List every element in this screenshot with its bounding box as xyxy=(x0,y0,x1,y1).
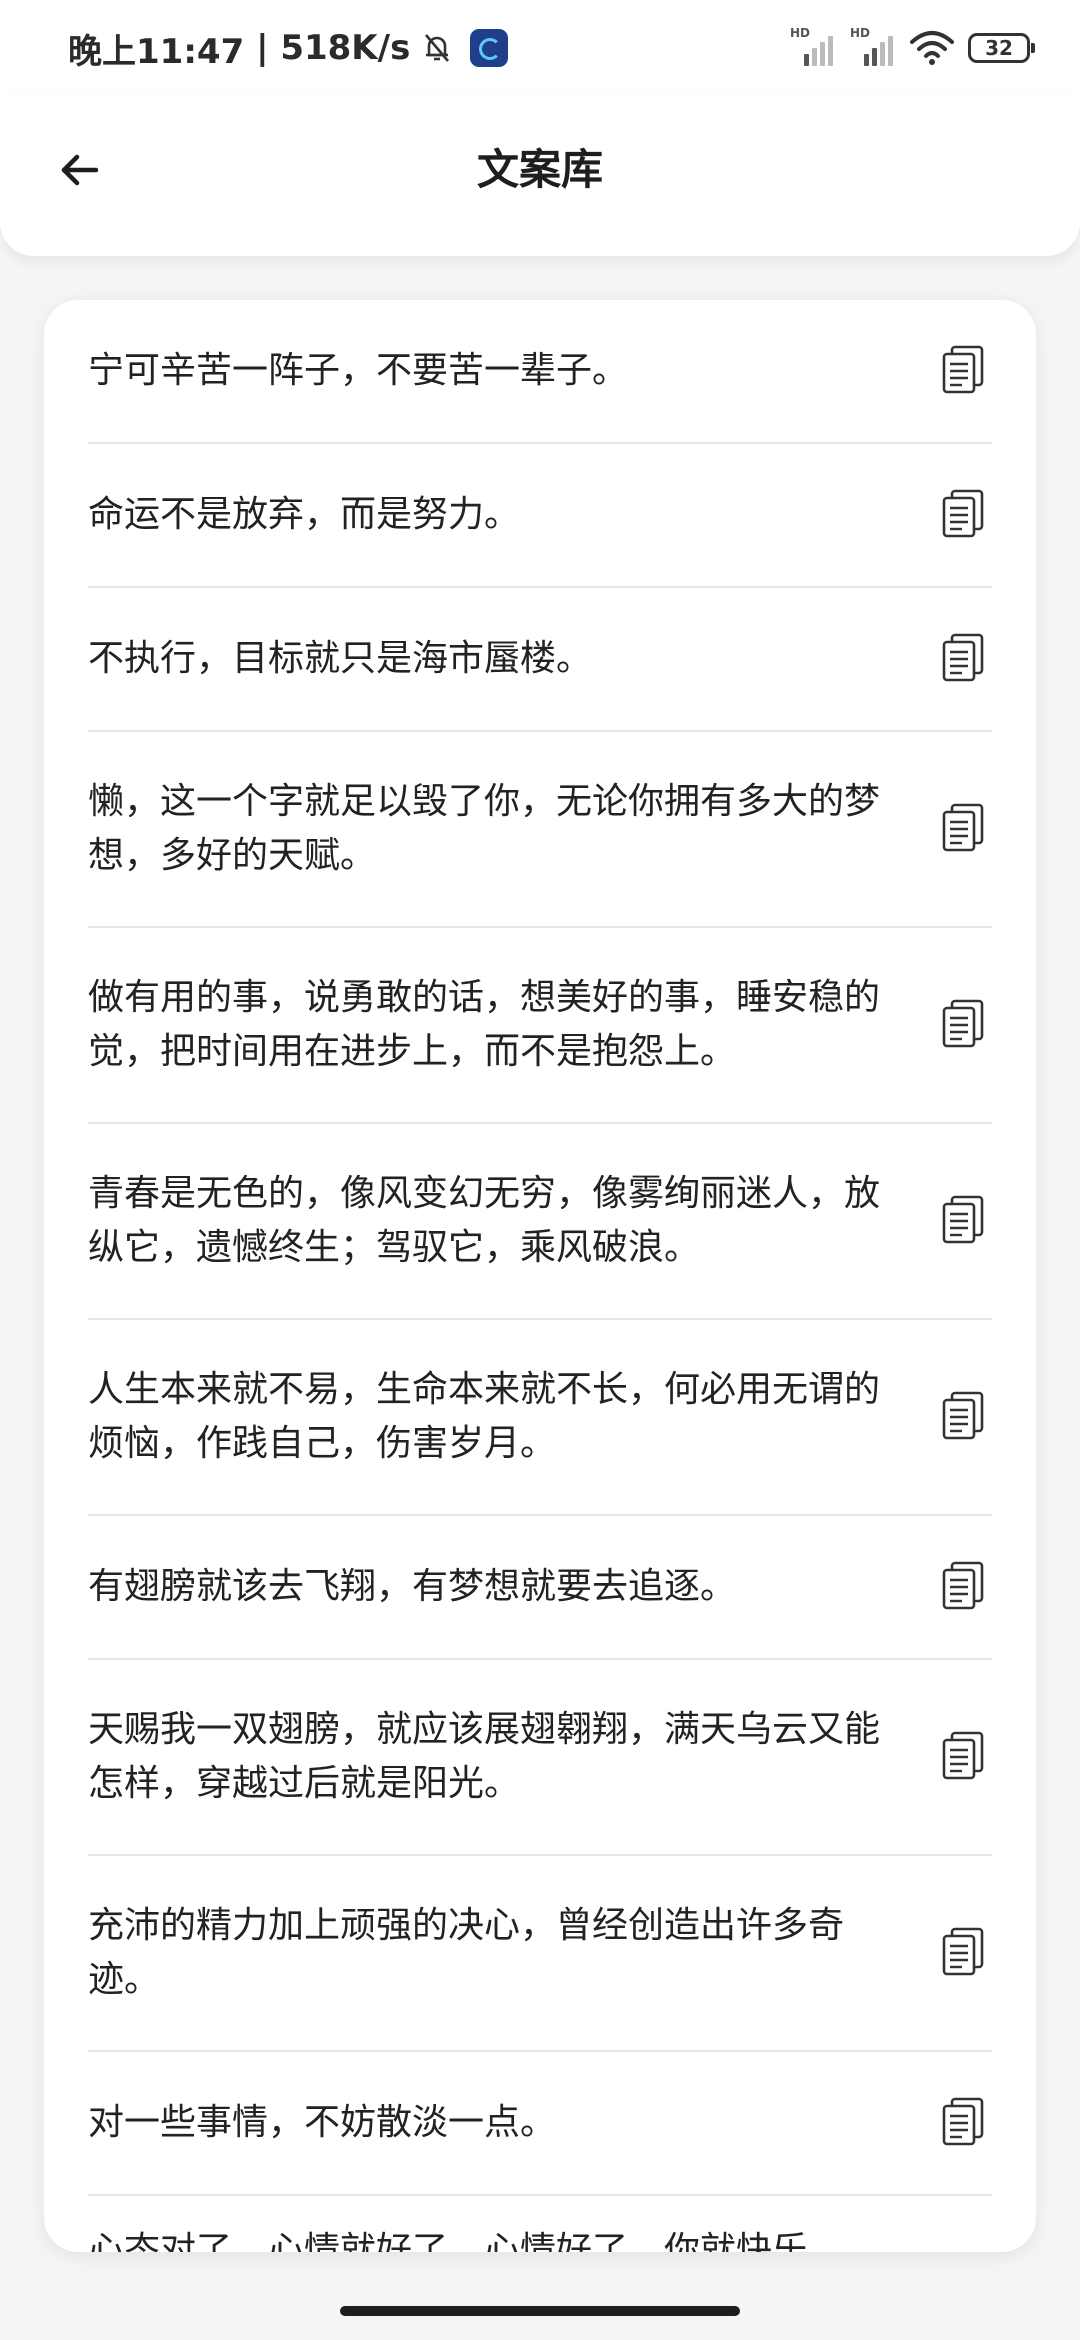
copy-button[interactable] xyxy=(938,344,988,398)
copy-icon xyxy=(940,488,986,542)
wifi-icon xyxy=(910,30,954,66)
quote-text: 有翅膀就该去飞翔，有梦想就要去追逐。 xyxy=(88,1566,737,1607)
copy-button[interactable] xyxy=(938,488,988,542)
quote-item[interactable]: 心态对了，心情就好了，心情好了，你就快乐。 xyxy=(88,2196,992,2252)
quote-text: 心态对了，心情就好了，心情好了，你就快乐。 xyxy=(88,2230,845,2252)
quote-text: 充沛的精力加上顽强的决心，曾经创造出许多奇迹。 xyxy=(88,1905,845,2000)
copy-button[interactable] xyxy=(938,632,988,686)
copy-button[interactable] xyxy=(938,1730,988,1784)
copy-button[interactable] xyxy=(938,1926,988,1980)
copy-icon xyxy=(940,1560,986,1614)
quote-item[interactable]: 做有用的事，说勇敢的话，想美好的事，睡安稳的觉，把时间用在进步上，而不是抱怨上。 xyxy=(88,928,992,1124)
quote-item[interactable]: 宁可辛苦一阵子，不要苦一辈子。 xyxy=(88,300,992,444)
copy-icon xyxy=(940,1730,986,1784)
quote-text: 天赐我一双翅膀，就应该展翅翱翔，满天乌云又能怎样，穿越过后就是阳光。 xyxy=(88,1709,881,1804)
copy-button[interactable] xyxy=(938,1560,988,1614)
copy-icon xyxy=(940,344,986,398)
copy-icon xyxy=(940,1926,986,1980)
quote-item[interactable]: 充沛的精力加上顽强的决心，曾经创造出许多奇迹。 xyxy=(88,1856,992,2052)
copy-icon xyxy=(940,632,986,686)
copy-button[interactable] xyxy=(938,2096,988,2150)
quote-item[interactable]: 青春是无色的，像风变幻无穷，像雾绚丽迷人，放纵它，遗憾终生；驾驭它，乘风破浪。 xyxy=(88,1124,992,1320)
quote-item[interactable]: 有翅膀就该去飞翔，有梦想就要去追逐。 xyxy=(88,1516,992,1660)
quote-text: 不执行，目标就只是海市蜃楼。 xyxy=(88,638,593,679)
quote-text: 做有用的事，说勇敢的话，想美好的事，睡安稳的觉，把时间用在进步上，而不是抱怨上。 xyxy=(88,977,881,1072)
quote-item[interactable]: 天赐我一双翅膀，就应该展翅翱翔，满天乌云又能怎样，穿越过后就是阳光。 xyxy=(88,1660,992,1856)
status-time: 晚上11:47 xyxy=(68,31,245,72)
app-header: 文案库 xyxy=(0,92,1080,256)
quote-item[interactable]: 懒，这一个字就足以毁了你，无论你拥有多大的梦想，多好的天赋。 xyxy=(88,732,992,928)
copy-icon xyxy=(940,1390,986,1444)
quote-text: 青春是无色的，像风变幻无穷，像雾绚丽迷人，放纵它，遗憾终生；驾驭它，乘风破浪。 xyxy=(88,1173,881,1268)
status-separator: | xyxy=(244,28,281,68)
quote-text: 宁可辛苦一阵子，不要苦一辈子。 xyxy=(88,350,629,391)
quote-text: 懒，这一个字就足以毁了你，无论你拥有多大的梦想，多好的天赋。 xyxy=(88,781,881,876)
copy-button[interactable] xyxy=(938,1194,988,1248)
signal-hd-label-2: HD xyxy=(850,26,871,40)
status-bar: 晚上11:47 | 518K/s HD HD 32 xyxy=(0,0,1080,92)
copy-button[interactable] xyxy=(938,802,988,856)
home-indicator[interactable] xyxy=(340,2306,740,2316)
copy-button[interactable] xyxy=(938,1390,988,1444)
status-right: HD HD 32 xyxy=(790,26,1035,70)
signal-icon: HD xyxy=(790,26,836,66)
signal-icon-2: HD xyxy=(850,26,896,66)
quote-item[interactable]: 对一些事情，不妨散淡一点。 xyxy=(88,2052,992,2196)
copy-icon xyxy=(940,802,986,856)
battery-level: 32 xyxy=(985,36,1013,60)
quote-text: 人生本来就不易，生命本来就不长，何必用无谓的烦恼，作践自己，伤害岁月。 xyxy=(88,1369,881,1464)
network-speed: 518K/s xyxy=(280,28,411,68)
signal-hd-label: HD xyxy=(790,26,811,40)
status-left: 晚上11:47 | 518K/s xyxy=(68,24,509,72)
page-title: 文案库 xyxy=(476,145,603,194)
quote-item[interactable]: 命运不是放弃，而是努力。 xyxy=(88,444,992,588)
quote-text: 对一些事情，不妨散淡一点。 xyxy=(88,2102,557,2143)
quote-list-card: 宁可辛苦一阵子，不要苦一辈子。 命运不是放弃，而是努力。 不执行，目标就只是海市… xyxy=(44,300,1036,2252)
copy-icon xyxy=(940,1194,986,1248)
bell-muted-icon xyxy=(420,31,454,65)
app-notification-icon xyxy=(470,29,509,67)
quote-list: 宁可辛苦一阵子，不要苦一辈子。 命运不是放弃，而是努力。 不执行，目标就只是海市… xyxy=(44,300,1036,2252)
quote-item[interactable]: 不执行，目标就只是海市蜃楼。 xyxy=(88,588,992,732)
quote-text: 命运不是放弃，而是努力。 xyxy=(88,494,521,535)
copy-button[interactable] xyxy=(938,998,988,1052)
quote-item[interactable]: 人生本来就不易，生命本来就不长，何必用无谓的烦恼，作践自己，伤害岁月。 xyxy=(88,1320,992,1516)
battery-icon: 32 xyxy=(968,33,1035,63)
copy-icon xyxy=(940,998,986,1052)
copy-icon xyxy=(940,2096,986,2150)
